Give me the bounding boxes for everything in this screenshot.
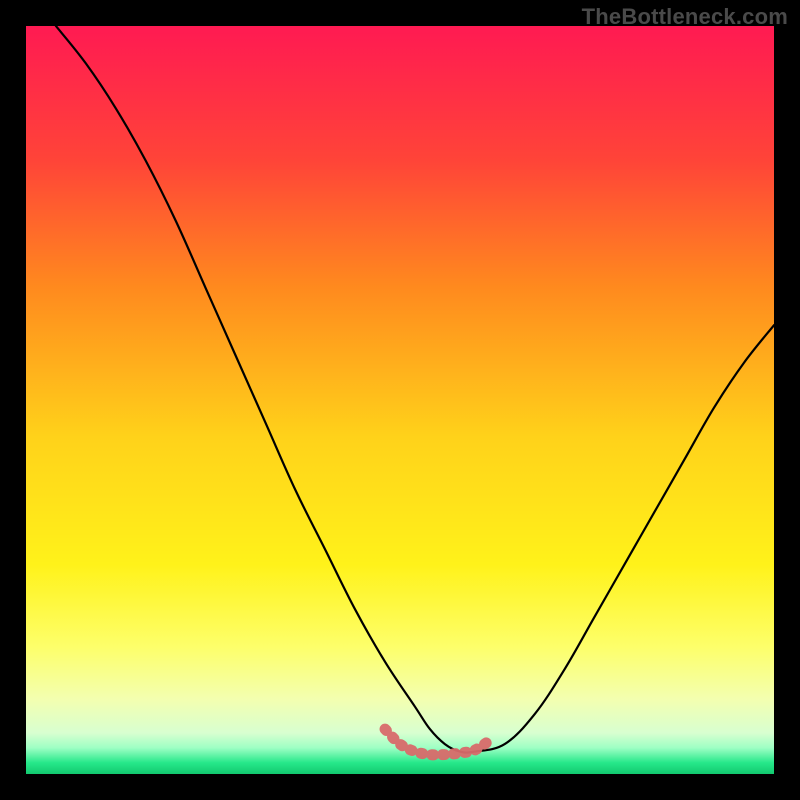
chart-svg: [26, 26, 774, 774]
chart-frame: TheBottleneck.com: [0, 0, 800, 800]
plot-area: [26, 26, 774, 774]
gradient-background: [26, 26, 774, 774]
